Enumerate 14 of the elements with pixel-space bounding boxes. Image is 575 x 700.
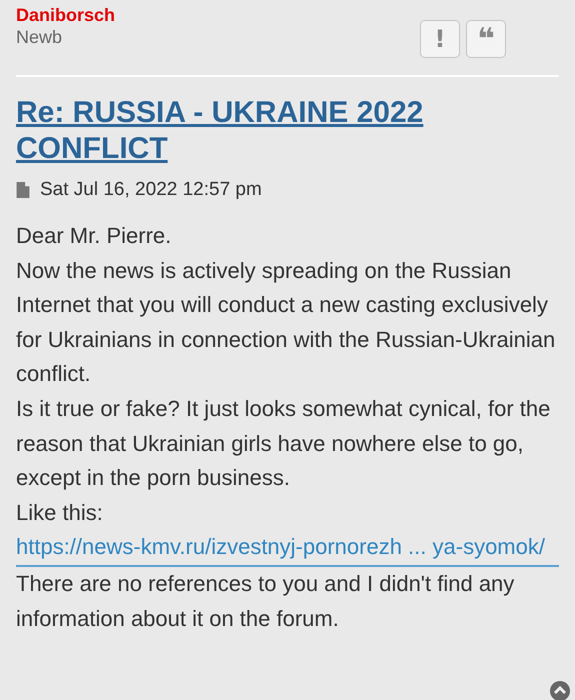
post-text: Now the news is actively spreading on the Russian Internet that you will conduct a new casting exclusively for Ukrainians in connection with the Russian-Ukrainian conflict. xyxy=(16,256,556,388)
scroll-top-icon[interactable] xyxy=(550,681,570,700)
username-link[interactable]: Daniborsch xyxy=(16,4,116,26)
post-text: There are no references to you and I didn't find any information about it on the forum. xyxy=(16,570,516,633)
user-rank: Newb xyxy=(16,26,64,48)
post-text: Dear Mr. Pierre. xyxy=(16,222,172,250)
document-icon[interactable] xyxy=(16,182,30,198)
post-text: Like this: xyxy=(16,498,104,527)
post-link[interactable]: https://news-kmv.ru/izvestnyj-pornorezh ... ya-syomok/ xyxy=(16,530,559,567)
post-date: Sat Jul 16, 2022 12:57 pm xyxy=(40,179,262,201)
post-text: Is it true or fake? It just looks somewhat cynical, for the reason that Ukrainian girls have nowhere else to go, except in the porn business. xyxy=(16,394,552,492)
post-title-link[interactable]: Re: RUSSIA - UKRAINE 2022 CONFLICT xyxy=(16,95,496,167)
quote-button[interactable]: ❝ xyxy=(466,20,506,58)
report-button[interactable]: ! xyxy=(420,20,460,58)
